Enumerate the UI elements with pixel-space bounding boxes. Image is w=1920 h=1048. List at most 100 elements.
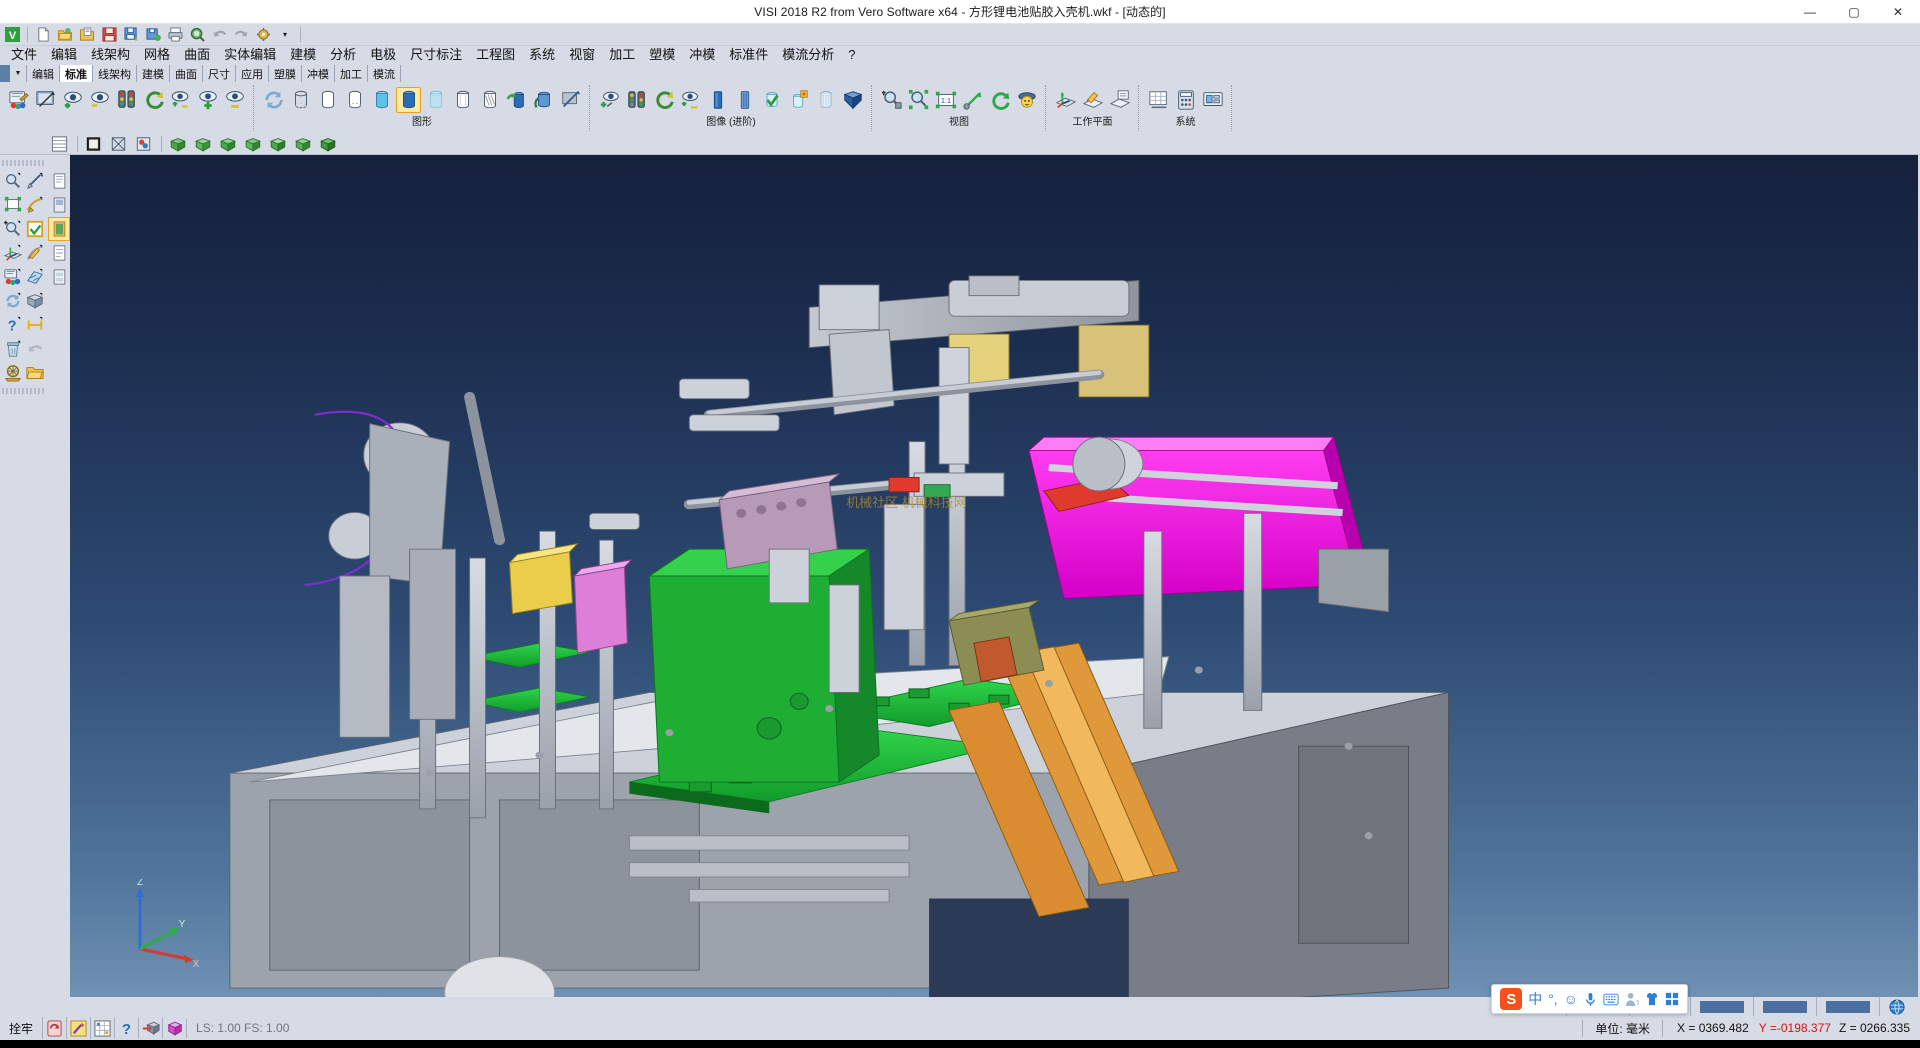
view-wire-icon[interactable] <box>107 135 130 154</box>
render-reload-icon[interactable] <box>531 87 556 113</box>
ime-logo-icon[interactable]: S <box>1500 988 1522 1010</box>
delete-entity-icon[interactable] <box>24 169 46 193</box>
copy-shaded-icon[interactable] <box>786 87 811 113</box>
show-entities-icon[interactable] <box>60 87 85 113</box>
print-preview-icon[interactable] <box>187 25 207 44</box>
help-tool-icon[interactable]: ? <box>2 313 24 337</box>
trim-curve-icon[interactable] <box>24 193 46 217</box>
workplane-define-icon[interactable] <box>1080 87 1105 113</box>
solid-striped-icon[interactable] <box>732 87 757 113</box>
settings-icon[interactable] <box>253 25 273 44</box>
view-manager-icon[interactable] <box>33 87 58 113</box>
advanced-refresh-icon[interactable] <box>651 87 676 113</box>
layer-swatch-2[interactable] <box>1753 997 1816 1016</box>
hide-minus-icon[interactable] <box>222 87 247 113</box>
attributes-tool-icon[interactable] <box>2 265 24 289</box>
system-grid-icon[interactable] <box>1146 87 1171 113</box>
status-rotate-icon[interactable] <box>42 1017 66 1039</box>
view-right-icon[interactable] <box>266 135 289 154</box>
chevron-down-icon[interactable]: ▼ <box>10 65 26 82</box>
regenerate-icon[interactable] <box>261 87 286 113</box>
menu-item-drawing[interactable]: 工程图 <box>469 46 522 65</box>
panel-doc-icon[interactable] <box>48 169 70 193</box>
menu-item-flow-analysis[interactable]: 模流分析 <box>775 46 841 65</box>
tab-machining[interactable]: 加工 <box>334 65 367 82</box>
ime-apps-icon[interactable] <box>1665 992 1679 1006</box>
menu-item-system[interactable]: 系统 <box>522 46 562 65</box>
left-toolbar-gripper[interactable] <box>2 160 46 166</box>
menu-item-help[interactable]: ? <box>841 46 862 65</box>
system-config-icon[interactable] <box>1200 87 1225 113</box>
view-back-icon[interactable] <box>291 135 314 154</box>
layer-swatch-3[interactable] <box>1816 997 1879 1016</box>
minimize-button[interactable]: — <box>1788 0 1832 24</box>
view-list-icon[interactable] <box>48 135 71 154</box>
view-top-icon[interactable] <box>216 135 239 154</box>
render-off-icon[interactable] <box>558 87 583 113</box>
shade-cube-icon[interactable] <box>840 87 865 113</box>
close-button[interactable]: ✕ <box>1876 0 1920 24</box>
panel-solid-icon[interactable] <box>48 217 70 241</box>
rotate-view-icon[interactable] <box>987 87 1012 113</box>
workplane-list-icon[interactable] <box>1107 87 1132 113</box>
dynamic-view-icon[interactable] <box>1014 87 1039 113</box>
workplane-origin-icon[interactable] <box>1053 87 1078 113</box>
panel-layer-icon[interactable] <box>48 265 70 289</box>
ime-keyboard-icon[interactable] <box>1603 993 1619 1006</box>
tab-surface[interactable]: 曲面 <box>169 65 202 82</box>
status-cube-icon[interactable] <box>162 1017 186 1039</box>
pan-icon[interactable] <box>960 87 985 113</box>
tab-standard[interactable]: 标准 <box>59 65 92 82</box>
toggle-visibility-icon[interactable] <box>168 87 193 113</box>
advanced-traffic-icon[interactable] <box>624 87 649 113</box>
measure-tool-icon[interactable] <box>24 313 46 337</box>
undo-icon[interactable] <box>209 25 229 44</box>
delete-all-icon[interactable] <box>2 337 24 361</box>
render-tool-icon[interactable] <box>2 361 24 385</box>
open-file-icon[interactable] <box>55 25 75 44</box>
panel-shade-icon[interactable] <box>48 193 70 217</box>
hide-entities-icon[interactable] <box>87 87 112 113</box>
menu-item-modeling[interactable]: 建模 <box>283 46 323 65</box>
advanced-show-icon[interactable] <box>597 87 622 113</box>
menu-item-standard-parts[interactable]: 标准件 <box>722 46 775 65</box>
select-all-icon[interactable] <box>24 217 46 241</box>
menu-item-dimension[interactable]: 尺寸标注 <box>403 46 469 65</box>
view-front-icon[interactable] <box>241 135 264 154</box>
layers-tool-icon[interactable] <box>24 265 46 289</box>
edit-curve-icon[interactable] <box>24 241 46 265</box>
undo-tool-icon[interactable] <box>24 337 46 361</box>
snap-label[interactable]: 拴牢 <box>0 1019 42 1038</box>
shaded-light-icon[interactable] <box>369 87 394 113</box>
zoom-in-tool-icon[interactable] <box>2 217 24 241</box>
tab-plastic-mould[interactable]: 塑膜 <box>268 65 301 82</box>
canvas-area[interactable]: Z X Y 机械社区 机械科技网 <box>70 155 1920 997</box>
menu-item-surface[interactable]: 曲面 <box>177 46 217 65</box>
section-icon[interactable] <box>477 87 502 113</box>
shaded-outline-icon[interactable] <box>450 87 475 113</box>
zoom-window-tool-icon[interactable] <box>2 193 24 217</box>
save-all-icon[interactable] <box>143 25 163 44</box>
zoom-in-icon[interactable] <box>879 87 904 113</box>
open-tool-icon[interactable] <box>24 361 46 385</box>
shaded-transparent-icon[interactable] <box>423 87 448 113</box>
zoom-fit-icon[interactable]: 1:1 <box>933 87 958 113</box>
menu-item-file[interactable]: 文件 <box>4 46 44 65</box>
menu-item-solid-edit[interactable]: 实体编辑 <box>217 46 283 65</box>
ime-user-icon[interactable]: ? <box>1625 992 1639 1007</box>
view-iso2-icon[interactable] <box>191 135 214 154</box>
ime-skin-icon[interactable] <box>1645 992 1659 1006</box>
zoom-window-icon[interactable] <box>906 87 931 113</box>
menu-item-mesh[interactable]: 网格 <box>137 46 177 65</box>
maximize-button[interactable]: ▢ <box>1832 0 1876 24</box>
check-shaded-icon[interactable] <box>759 87 784 113</box>
ime-lang-icon[interactable]: 中 <box>1528 989 1542 1009</box>
tab-edit[interactable]: 编辑 <box>26 65 59 82</box>
import-file-icon[interactable] <box>77 25 97 44</box>
print-icon[interactable] <box>165 25 185 44</box>
zoom-tool-icon[interactable] <box>2 169 24 193</box>
menu-item-analysis[interactable]: 分析 <box>323 46 363 65</box>
save-icon[interactable] <box>99 25 119 44</box>
layer-swatch-1[interactable] <box>1690 997 1753 1016</box>
menu-item-press[interactable]: 冲模 <box>682 46 722 65</box>
